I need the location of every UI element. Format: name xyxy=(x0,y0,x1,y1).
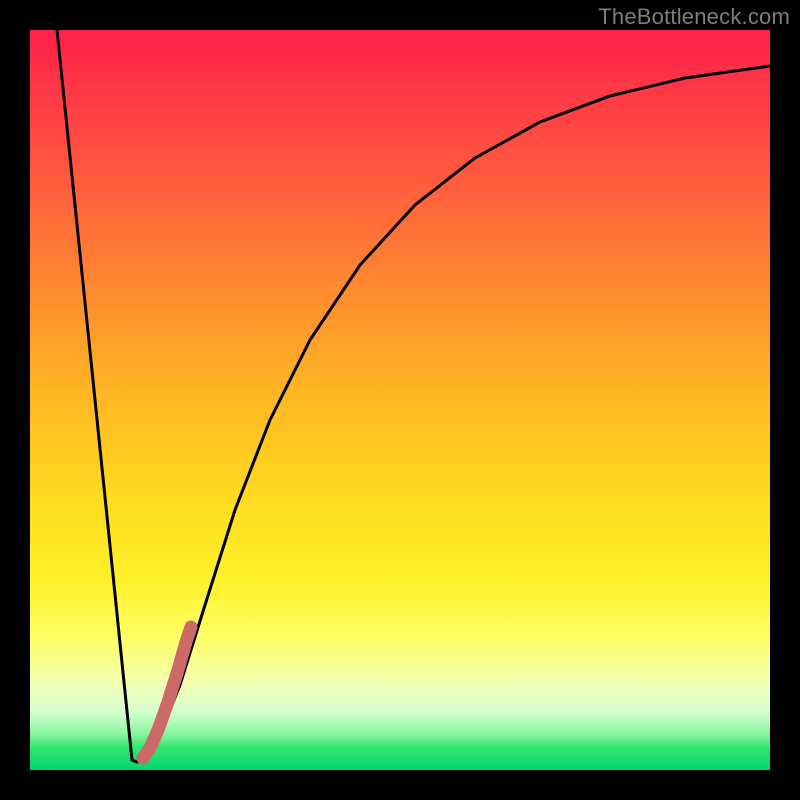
gradient-plot-area xyxy=(30,30,770,770)
chart-frame: TheBottleneck.com xyxy=(0,0,800,800)
chart-svg xyxy=(30,30,770,770)
highlight-segment xyxy=(143,627,191,758)
bottleneck-curve xyxy=(57,30,770,762)
watermark-label: TheBottleneck.com xyxy=(598,4,790,30)
